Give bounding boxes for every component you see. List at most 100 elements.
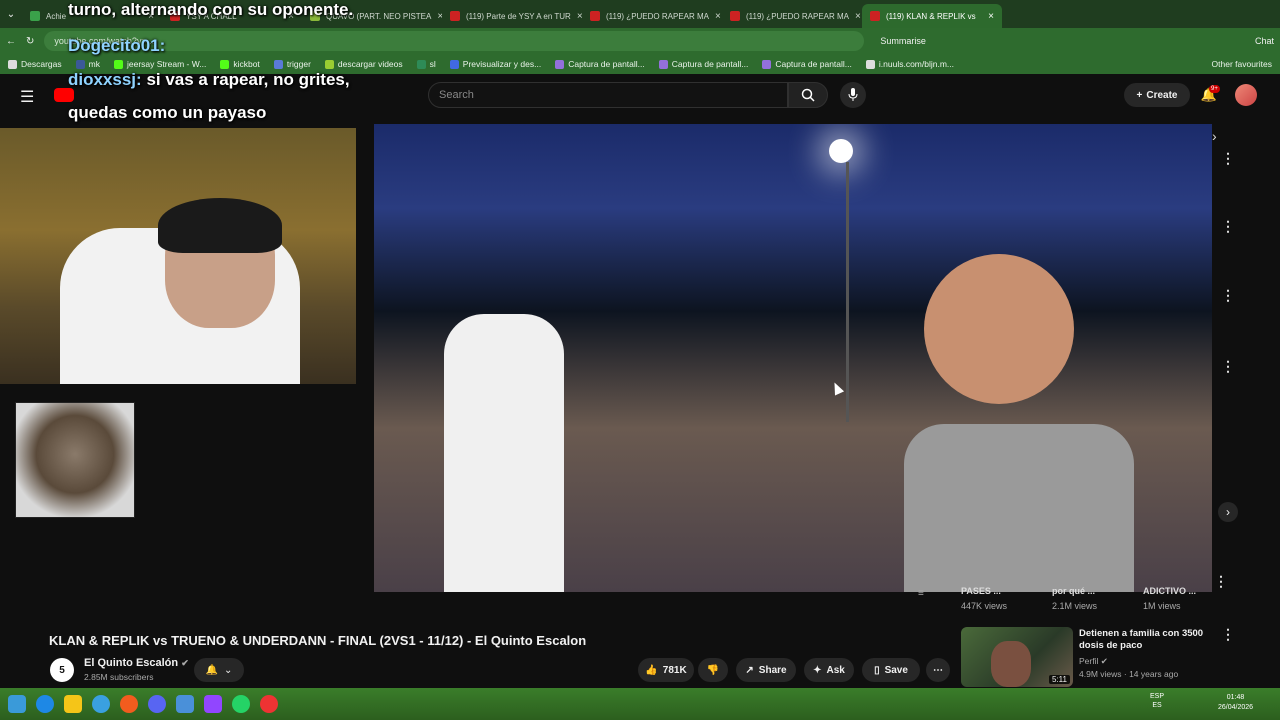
bookmark-item[interactable]: kickbot <box>220 59 260 69</box>
summarise-button[interactable]: Summarise <box>880 36 926 46</box>
browser-tab[interactable]: (119) Parte de YSY A en TUR × <box>442 4 582 28</box>
twitch-icon[interactable] <box>204 695 222 713</box>
more-options-icon[interactable]: ⋮ <box>1214 573 1228 590</box>
suggested-channel-name: Perfil <box>1079 656 1099 666</box>
tab-favicon-icon <box>450 11 460 21</box>
tab-close-icon[interactable]: × <box>855 11 861 22</box>
browser-tab[interactable]: (119) KLAN & REPLIK vs × <box>862 4 1002 28</box>
bookmark-item[interactable]: sl <box>416 59 436 69</box>
address-bar[interactable]: youtube.com/watch?v=... <box>44 31 865 51</box>
more-options-icon[interactable]: ⋮ <box>1221 358 1235 375</box>
bookmark-label: mk <box>88 59 100 69</box>
bookmark-label: Captura de pantall... <box>568 59 645 69</box>
bookmark-favicon-icon <box>555 59 565 69</box>
bookmark-item[interactable]: Captura de pantall... <box>555 59 645 69</box>
like-button[interactable]: 👍 781K <box>638 658 694 682</box>
app-icon[interactable] <box>120 695 138 713</box>
tab-list-icon[interactable]: ⌄ <box>0 9 22 20</box>
bookmark-favicon-icon <box>113 59 123 69</box>
chat-username: dioxxssj: <box>68 70 142 89</box>
youtube-logo-icon[interactable] <box>54 88 74 102</box>
more-actions-button[interactable]: ⋯ <box>926 658 950 682</box>
whatsapp-icon[interactable] <box>232 695 250 713</box>
share-label: Share <box>758 664 787 676</box>
suggested-video-title[interactable]: Detienen a familia con 3500 dosis de pac… <box>1079 628 1209 652</box>
shelf-title[interactable]: PASES ... <box>961 586 1001 596</box>
create-label: Create <box>1146 89 1178 101</box>
channel-name[interactable]: El Quinto Escalón ✔ <box>84 657 189 669</box>
bookmark-label: descargar videos <box>337 59 403 69</box>
bookmark-favicon-icon <box>762 59 772 69</box>
bookmark-item[interactable]: descargar videos <box>324 59 403 69</box>
overlay-chat-line: turno, alternando con su oponente. <box>68 0 354 19</box>
tab-favicon-icon <box>730 11 740 21</box>
shelf-title[interactable]: por qué ... <box>1052 586 1095 596</box>
back-icon[interactable]: ← <box>6 36 16 47</box>
tab-close-icon[interactable]: × <box>988 11 994 22</box>
bookmark-item[interactable]: mk <box>75 59 100 69</box>
bookmark-label: trigger <box>286 59 311 69</box>
streamer-webcam <box>0 128 356 384</box>
voice-search-button[interactable] <box>840 82 866 108</box>
search-button[interactable] <box>788 82 828 108</box>
taskbar-clock[interactable]: 01:48 26/04/2026 <box>1218 693 1253 713</box>
subscription-notify-button[interactable]: 🔔 ⌄ <box>194 658 244 682</box>
file-explorer-icon[interactable] <box>64 695 82 713</box>
browser-icon[interactable] <box>92 695 110 713</box>
chevron-right-icon[interactable]: › <box>1212 128 1217 144</box>
bookmark-label: kickbot <box>233 59 260 69</box>
more-options-icon[interactable]: ⋮ <box>1221 626 1235 643</box>
clock-date: 26/04/2026 <box>1218 704 1254 711</box>
more-options-icon[interactable]: ⋮ <box>1221 150 1235 167</box>
discord-icon[interactable] <box>148 695 166 713</box>
bookmark-favicon-icon <box>75 59 85 69</box>
bell-icon: 🔔 <box>205 664 219 676</box>
bookmark-item[interactable]: Descargas <box>8 59 62 69</box>
create-button[interactable]: + Create <box>1124 83 1190 107</box>
ask-button[interactable]: ✦ Ask <box>804 658 854 682</box>
more-options-icon[interactable]: ⋮ <box>1221 287 1235 304</box>
reload-icon[interactable]: ↻ <box>26 36 34 47</box>
video-player[interactable] <box>374 124 1212 592</box>
tab-close-icon[interactable]: × <box>715 11 721 22</box>
edge-icon[interactable] <box>36 695 54 713</box>
light-pole <box>846 162 849 422</box>
bookmark-item[interactable]: trigger <box>273 59 311 69</box>
bookmark-item[interactable]: Captura de pantall... <box>762 59 852 69</box>
browser-tab[interactable]: (119) ¿PUEDO RAPEAR MA × <box>722 4 862 28</box>
dislike-button[interactable]: 👎 <box>698 658 728 682</box>
tab-label: Achie <box>46 11 67 21</box>
tab-label: (119) ¿PUEDO RAPEAR MA <box>746 11 849 21</box>
language-indicator[interactable]: ESP ES <box>1150 692 1164 710</box>
other-bookmarks-folder[interactable]: Other favourites <box>1212 59 1272 69</box>
bookmark-item[interactable]: jeersay Stream - W... <box>113 59 206 69</box>
suggested-channel[interactable]: Perfil ✔ <box>1079 656 1108 667</box>
chevron-down-icon: ⌄ <box>224 664 233 676</box>
channel-avatar[interactable]: 5 <box>50 658 74 682</box>
bookmark-item[interactable]: Captura de pantall... <box>658 59 748 69</box>
shelf-next-button[interactable]: › <box>1218 502 1238 522</box>
more-options-icon[interactable]: ⋮ <box>1221 218 1235 235</box>
browser-tab[interactable]: (119) ¿PUEDO RAPEAR MA × <box>582 4 722 28</box>
shelf-title[interactable]: ADICTIVO ... <box>1143 586 1196 596</box>
obs-icon[interactable] <box>260 695 278 713</box>
bookmark-item[interactable]: Previsualizar y des... <box>449 59 541 69</box>
windows-start-icon[interactable] <box>8 695 26 713</box>
bookmark-icon: ▯ <box>874 664 880 676</box>
chat-button[interactable]: Chat <box>1255 36 1274 46</box>
save-button[interactable]: ▯ Save <box>862 658 920 682</box>
bookmark-favicon-icon <box>220 59 230 69</box>
search-input[interactable]: Search <box>428 82 788 108</box>
list-icon[interactable]: ≡ <box>918 588 924 599</box>
share-button[interactable]: ↗ Share <box>736 658 796 682</box>
monkey-reaction-image <box>15 402 135 518</box>
search-icon <box>801 88 815 102</box>
account-avatar[interactable] <box>1235 84 1257 106</box>
mail-icon[interactable] <box>176 695 194 713</box>
overlay-chat-message: dioxxssj: si vas a rapear, no grites, <box>68 70 350 90</box>
lang-code: ESP <box>1150 693 1165 700</box>
menu-icon[interactable]: ☰ <box>20 87 34 107</box>
bookmark-item[interactable]: i.nuuls.com/bljn.m... <box>865 59 954 69</box>
browser-toolbar: ← ↻ youtube.com/watch?v=... Summarise Ch… <box>0 28 1280 54</box>
save-label: Save <box>884 664 908 676</box>
